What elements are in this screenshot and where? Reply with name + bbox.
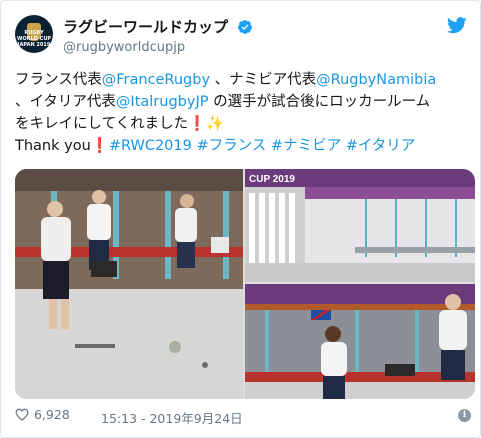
like-action[interactable]: 6,928 (15, 407, 70, 422)
photo-empty-locker-room[interactable]: CUP 2019 (245, 169, 475, 282)
text-segment: Thank you (15, 138, 91, 154)
avatar-logo-text: RUGBY WORLD CUP JAPAN 2019 (16, 30, 52, 48)
text-segment: の選手が試合後にロッカールーム (208, 94, 431, 110)
tweet-line-3: をキレイにしてくれました❗✨ (15, 113, 471, 135)
tweet-body: フランス代表@FranceRugby 、ナミビア代表@RugbyNamibia … (15, 69, 471, 157)
verified-badge-icon (238, 19, 253, 34)
photo-namibia-players-cleaning-image (245, 284, 475, 399)
mention-italrugby-jp[interactable]: @ItalrugbyJP (116, 94, 209, 110)
like-count: 6,928 (34, 407, 70, 422)
photo-locker-room-cleaning[interactable] (15, 169, 243, 399)
display-name[interactable]: ラグビーワールドカップ (63, 16, 228, 37)
text-segment: 、ナミビア代表 (210, 72, 317, 88)
sparkles-emoji-icon: ✨ (206, 116, 225, 132)
tweet-line-4: Thank you❗#RWC2019 #フランス #ナミビア #イタリア (15, 135, 471, 157)
info-icon[interactable]: i (458, 409, 471, 422)
text-segment: 、イタリア代表 (15, 94, 116, 110)
tweet-card: RUGBY WORLD CUP JAPAN 2019 ラグビーワールドカップ @… (0, 0, 481, 438)
mention-france-rugby[interactable]: @FranceRugby (102, 72, 210, 88)
hashtag-namibia[interactable]: #ナミビア (271, 138, 341, 154)
avatar[interactable]: RUGBY WORLD CUP JAPAN 2019 (15, 15, 53, 53)
tweet-line-1: フランス代表@FranceRugby 、ナミビア代表@RugbyNamibia (15, 69, 471, 91)
hashtag-italy[interactable]: #イタリア (346, 138, 416, 154)
tweet-line-2: 、イタリア代表@ItalrugbyJP の選手が試合後にロッカールーム (15, 91, 471, 113)
text-segment: フランス代表 (15, 72, 102, 88)
tweet-header: RUGBY WORLD CUP JAPAN 2019 ラグビーワールドカップ @… (15, 15, 467, 59)
exclamation-emoji-icon: ❗ (90, 138, 109, 154)
photo-empty-locker-room-image: CUP 2019 (245, 169, 475, 282)
mention-rugby-namibia[interactable]: @RugbyNamibia (316, 72, 436, 88)
twitter-bird-icon[interactable] (447, 17, 467, 34)
text-segment: をキレイにしてくれました (15, 116, 189, 132)
photo-namibia-players-cleaning[interactable] (245, 284, 475, 399)
locker-room-sign: CUP 2019 (249, 174, 295, 185)
hashtag-rwc2019[interactable]: #RWC2019 (109, 138, 192, 154)
photo-locker-room-cleaning-image (15, 169, 243, 399)
heart-icon[interactable] (15, 408, 29, 421)
timestamp-link[interactable]: 15:13 - 2019年9月24日 (101, 408, 243, 427)
media-grid: CUP 2019 (15, 169, 475, 399)
hashtag-france[interactable]: #フランス (196, 138, 266, 154)
tweet-footer: 6,928 15:13 - 2019年9月24日 i (15, 407, 471, 427)
exclamation-emoji-icon: ❗ (188, 116, 207, 132)
author-info[interactable]: ラグビーワールドカップ @rugbyworldcupjp (63, 16, 253, 55)
handle[interactable]: @rugbyworldcupjp (63, 40, 253, 55)
